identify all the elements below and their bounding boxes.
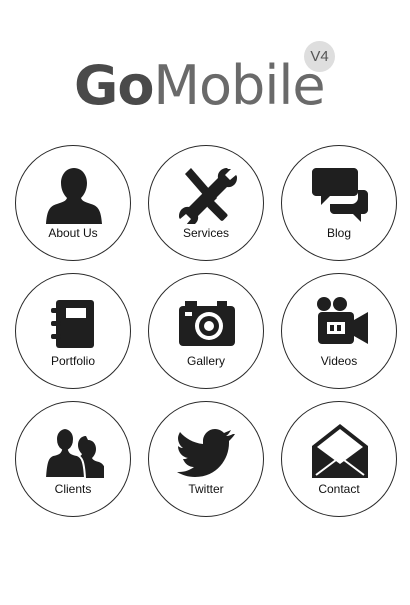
menu-item-label: Clients xyxy=(54,482,92,496)
envelope-icon xyxy=(310,420,370,480)
menu-item-label: Portfolio xyxy=(50,354,96,368)
menu-item-portfolio[interactable]: Portfolio xyxy=(15,273,131,389)
menu-item-gallery[interactable]: Gallery xyxy=(148,273,264,389)
person-icon xyxy=(44,164,104,224)
menu-item-contact[interactable]: Contact xyxy=(281,401,397,517)
people-icon xyxy=(44,420,104,480)
logo-light-text: Mobile xyxy=(153,54,325,117)
logo-bold-text: Go xyxy=(74,54,154,117)
twitter-bird-icon xyxy=(177,420,237,480)
video-camera-icon xyxy=(310,292,370,352)
menu-item-twitter[interactable]: Twitter xyxy=(148,401,264,517)
chat-bubbles-icon xyxy=(310,164,370,224)
menu-item-videos[interactable]: Videos xyxy=(281,273,397,389)
menu-item-blog[interactable]: Blog xyxy=(281,145,397,261)
notebook-icon xyxy=(44,292,104,352)
menu-item-label: Gallery xyxy=(186,354,225,368)
camera-icon xyxy=(177,292,237,352)
menu-item-label: Contact xyxy=(318,482,360,496)
menu-item-label: Services xyxy=(182,226,229,240)
menu-item-services[interactable]: Services xyxy=(148,145,264,261)
menu-item-about-us[interactable]: About Us xyxy=(15,145,131,261)
menu-item-label: Videos xyxy=(320,354,358,368)
menu-item-label: Blog xyxy=(326,226,352,240)
version-badge: V4 xyxy=(304,41,335,72)
menu-item-label: About Us xyxy=(48,226,98,240)
app-logo[interactable]: GoMobile xyxy=(74,54,326,117)
tools-icon xyxy=(177,164,237,224)
menu-item-label: Twitter xyxy=(188,482,224,496)
menu-item-clients[interactable]: Clients xyxy=(15,401,131,517)
